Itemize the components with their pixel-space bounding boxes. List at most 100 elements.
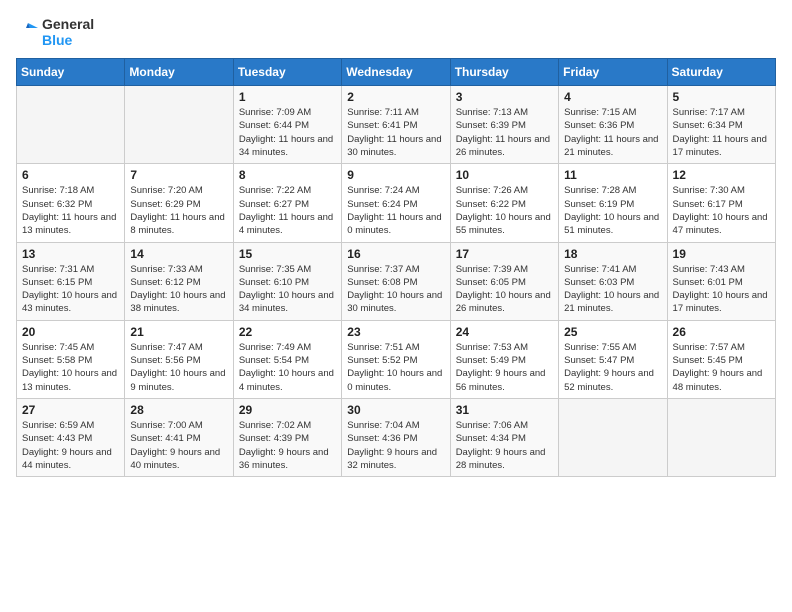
day-number: 30 xyxy=(347,403,444,417)
day-header-monday: Monday xyxy=(125,59,233,86)
cell-content: Sunrise: 7:26 AMSunset: 6:22 PMDaylight:… xyxy=(456,184,553,237)
day-header-wednesday: Wednesday xyxy=(342,59,450,86)
calendar-cell: 13 Sunrise: 7:31 AMSunset: 6:15 PMDayligh… xyxy=(17,242,125,320)
calendar-cell xyxy=(559,398,667,476)
calendar-cell: 25Sunrise: 7:55 AMSunset: 5:47 PMDayligh… xyxy=(559,320,667,398)
calendar-cell: 14Sunrise: 7:33 AMSunset: 6:12 PMDayligh… xyxy=(125,242,233,320)
day-number: 9 xyxy=(347,168,444,182)
day-number: 2 xyxy=(347,90,444,104)
cell-content: Sunrise: 7:47 AMSunset: 5:56 PMDaylight:… xyxy=(130,341,227,394)
day-number: 12 xyxy=(673,168,770,182)
calendar-week-5: 27 Sunrise: 6:59 AMSunset: 4:43 PMDayligh… xyxy=(17,398,776,476)
cell-content: Sunrise: 7:28 AMSunset: 6:19 PMDaylight:… xyxy=(564,184,661,237)
day-number: 6 xyxy=(22,168,119,182)
day-number: 20 xyxy=(22,325,119,339)
day-number: 24 xyxy=(456,325,553,339)
day-header-tuesday: Tuesday xyxy=(233,59,341,86)
calendar-cell: 20 Sunrise: 7:45 AMSunset: 5:58 PMDayligh… xyxy=(17,320,125,398)
day-number: 7 xyxy=(130,168,227,182)
cell-content: Sunrise: 7:41 AMSunset: 6:03 PMDaylight:… xyxy=(564,263,661,316)
cell-content: Sunrise: 7:37 AMSunset: 6:08 PMDaylight:… xyxy=(347,263,444,316)
day-header-sunday: Sunday xyxy=(17,59,125,86)
cell-content: Sunrise: 7:45 AMSunset: 5:58 PMDaylight:… xyxy=(22,341,119,394)
calendar-cell: 7 Sunrise: 7:20 AMSunset: 6:29 PMDaylight… xyxy=(125,164,233,242)
calendar-cell: 23 Sunrise: 7:51 AMSunset: 5:52 PMDayligh… xyxy=(342,320,450,398)
day-number: 1 xyxy=(239,90,336,104)
cell-content: Sunrise: 7:53 AMSunset: 5:49 PMDaylight:… xyxy=(456,341,553,394)
calendar-cell: 18 Sunrise: 7:41 AMSunset: 6:03 PMDayligh… xyxy=(559,242,667,320)
calendar-cell: 26Sunrise: 7:57 AMSunset: 5:45 PMDayligh… xyxy=(667,320,775,398)
cell-content: Sunrise: 6:59 AMSunset: 4:43 PMDaylight:… xyxy=(22,419,119,472)
calendar-cell: 5Sunrise: 7:17 AMSunset: 6:34 PMDaylight… xyxy=(667,86,775,164)
cell-content: Sunrise: 7:11 AMSunset: 6:41 PMDaylight:… xyxy=(347,106,444,159)
cell-content: Sunrise: 7:33 AMSunset: 6:12 PMDaylight:… xyxy=(130,263,227,316)
cell-content: Sunrise: 7:18 AMSunset: 6:32 PMDaylight:… xyxy=(22,184,119,237)
calendar-cell: 24 Sunrise: 7:53 AMSunset: 5:49 PMDayligh… xyxy=(450,320,558,398)
cell-content: Sunrise: 7:35 AMSunset: 6:10 PMDaylight:… xyxy=(239,263,336,316)
cell-content: Sunrise: 7:06 AMSunset: 4:34 PMDaylight:… xyxy=(456,419,553,472)
day-number: 15 xyxy=(239,247,336,261)
cell-content: Sunrise: 7:43 AMSunset: 6:01 PMDaylight:… xyxy=(673,263,770,316)
cell-content: Sunrise: 7:02 AMSunset: 4:39 PMDaylight:… xyxy=(239,419,336,472)
day-number: 31 xyxy=(456,403,553,417)
calendar-week-3: 13 Sunrise: 7:31 AMSunset: 6:15 PMDayligh… xyxy=(17,242,776,320)
cell-content: Sunrise: 7:00 AMSunset: 4:41 PMDaylight:… xyxy=(130,419,227,472)
day-number: 28 xyxy=(130,403,227,417)
calendar-cell: 1 Sunrise: 7:09 AMSunset: 6:44 PMDaylight… xyxy=(233,86,341,164)
calendar-cell: 12Sunrise: 7:30 AMSunset: 6:17 PMDayligh… xyxy=(667,164,775,242)
calendar-cell: 8 Sunrise: 7:22 AMSunset: 6:27 PMDaylight… xyxy=(233,164,341,242)
calendar-cell: 6 Sunrise: 7:18 AMSunset: 6:32 PMDaylight… xyxy=(17,164,125,242)
calendar-cell: 27 Sunrise: 6:59 AMSunset: 4:43 PMDayligh… xyxy=(17,398,125,476)
day-header-friday: Friday xyxy=(559,59,667,86)
cell-content: Sunrise: 7:22 AMSunset: 6:27 PMDaylight:… xyxy=(239,184,336,237)
day-header-thursday: Thursday xyxy=(450,59,558,86)
day-number: 3 xyxy=(456,90,553,104)
calendar-header: SundayMondayTuesdayWednesdayThursdayFrid… xyxy=(17,59,776,86)
cell-content: Sunrise: 7:15 AMSunset: 6:36 PMDaylight:… xyxy=(564,106,661,159)
calendar-cell: 29 Sunrise: 7:02 AMSunset: 4:39 PMDayligh… xyxy=(233,398,341,476)
cell-content: Sunrise: 7:20 AMSunset: 6:29 PMDaylight:… xyxy=(130,184,227,237)
days-of-week-row: SundayMondayTuesdayWednesdayThursdayFrid… xyxy=(17,59,776,86)
calendar-cell: 4 Sunrise: 7:15 AMSunset: 6:36 PMDaylight… xyxy=(559,86,667,164)
calendar-week-1: 1 Sunrise: 7:09 AMSunset: 6:44 PMDaylight… xyxy=(17,86,776,164)
cell-content: Sunrise: 7:49 AMSunset: 5:54 PMDaylight:… xyxy=(239,341,336,394)
calendar-cell: 15 Sunrise: 7:35 AMSunset: 6:10 PMDayligh… xyxy=(233,242,341,320)
cell-content: Sunrise: 7:39 AMSunset: 6:05 PMDaylight:… xyxy=(456,263,553,316)
calendar-cell: 19 Sunrise: 7:43 AMSunset: 6:01 PMDayligh… xyxy=(667,242,775,320)
calendar-cell: 22 Sunrise: 7:49 AMSunset: 5:54 PMDayligh… xyxy=(233,320,341,398)
calendar-cell: 17Sunrise: 7:39 AMSunset: 6:05 PMDayligh… xyxy=(450,242,558,320)
calendar-cell xyxy=(125,86,233,164)
calendar-week-2: 6 Sunrise: 7:18 AMSunset: 6:32 PMDaylight… xyxy=(17,164,776,242)
day-header-saturday: Saturday xyxy=(667,59,775,86)
cell-content: Sunrise: 7:24 AMSunset: 6:24 PMDaylight:… xyxy=(347,184,444,237)
day-number: 19 xyxy=(673,247,770,261)
day-number: 8 xyxy=(239,168,336,182)
day-number: 18 xyxy=(564,247,661,261)
day-number: 10 xyxy=(456,168,553,182)
day-number: 4 xyxy=(564,90,661,104)
cell-content: Sunrise: 7:51 AMSunset: 5:52 PMDaylight:… xyxy=(347,341,444,394)
day-number: 23 xyxy=(347,325,444,339)
logo-blue-text: Blue xyxy=(42,32,94,48)
cell-content: Sunrise: 7:17 AMSunset: 6:34 PMDaylight:… xyxy=(673,106,770,159)
calendar-cell: 30Sunrise: 7:04 AMSunset: 4:36 PMDayligh… xyxy=(342,398,450,476)
day-number: 27 xyxy=(22,403,119,417)
cell-content: Sunrise: 7:09 AMSunset: 6:44 PMDaylight:… xyxy=(239,106,336,159)
calendar-cell: 3Sunrise: 7:13 AMSunset: 6:39 PMDaylight… xyxy=(450,86,558,164)
day-number: 22 xyxy=(239,325,336,339)
logo-general-text: General xyxy=(42,16,94,32)
cell-content: Sunrise: 7:57 AMSunset: 5:45 PMDaylight:… xyxy=(673,341,770,394)
day-number: 29 xyxy=(239,403,336,417)
cell-content: Sunrise: 7:55 AMSunset: 5:47 PMDaylight:… xyxy=(564,341,661,394)
calendar-cell: 2 Sunrise: 7:11 AMSunset: 6:41 PMDaylight… xyxy=(342,86,450,164)
calendar-body: 1 Sunrise: 7:09 AMSunset: 6:44 PMDaylight… xyxy=(17,86,776,477)
cell-content: Sunrise: 7:31 AMSunset: 6:15 PMDaylight:… xyxy=(22,263,119,316)
page-header: General Blue xyxy=(16,16,776,48)
calendar-cell: 11 Sunrise: 7:28 AMSunset: 6:19 PMDayligh… xyxy=(559,164,667,242)
calendar-cell: 21 Sunrise: 7:47 AMSunset: 5:56 PMDayligh… xyxy=(125,320,233,398)
calendar-table: SundayMondayTuesdayWednesdayThursdayFrid… xyxy=(16,58,776,477)
logo: General Blue xyxy=(16,16,94,48)
day-number: 21 xyxy=(130,325,227,339)
day-number: 13 xyxy=(22,247,119,261)
day-number: 11 xyxy=(564,168,661,182)
